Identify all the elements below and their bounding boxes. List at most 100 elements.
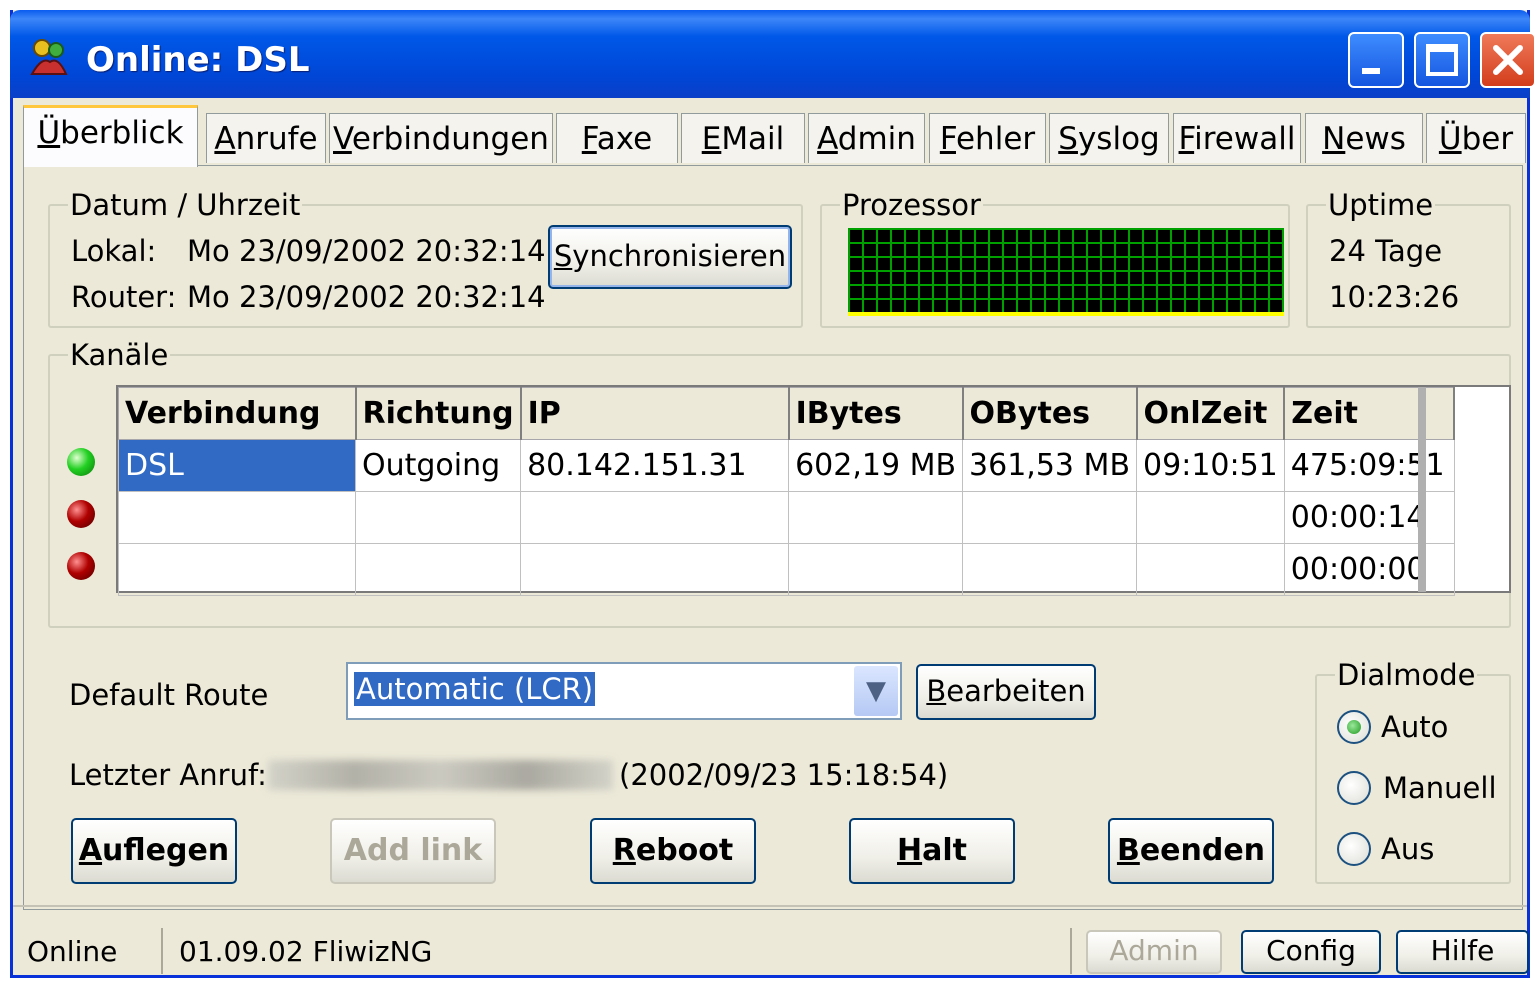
default-route-select[interactable]: Automatic (LCR) ▼ <box>346 662 902 720</box>
table-cell[interactable]: DSL <box>118 439 356 492</box>
tab-admin[interactable]: Admin <box>808 113 925 163</box>
edit-route-button[interactable]: Bearbeiten <box>916 664 1096 720</box>
maximize-button[interactable] <box>1414 32 1470 88</box>
tab-news[interactable]: News <box>1305 113 1423 163</box>
statusbar-separator-right <box>1070 928 1072 974</box>
title-bar[interactable]: Online: DSL <box>10 10 1535 98</box>
help-button[interactable]: Hilfe <box>1396 930 1529 974</box>
dialmode-off-label[interactable]: Aus <box>1381 832 1434 866</box>
table-cell[interactable]: 80.142.151.31 <box>520 439 790 492</box>
window-title: Online: DSL <box>86 40 310 80</box>
table-cell[interactable] <box>962 543 1138 596</box>
tab-verbindungen[interactable]: Verbindungen <box>329 113 553 163</box>
table-row[interactable]: 00:00:00 <box>118 543 1455 596</box>
dialmode-auto-radio[interactable] <box>1337 710 1371 744</box>
tab-strip: Überblick Anrufe Verbindungen Faxe EMail Admi… <box>23 105 1526 167</box>
local-label: Lokal: <box>71 234 157 268</box>
table-cell[interactable] <box>118 491 356 544</box>
table-cell[interactable] <box>962 491 1138 544</box>
tab-label: erbindungen <box>351 121 549 157</box>
dialmode-manual-radio[interactable] <box>1337 771 1371 805</box>
last-call-timestamp: (2002/09/23 15:18:54) <box>619 758 949 792</box>
tab-fehler[interactable]: Fehler <box>929 113 1046 163</box>
hangup-button[interactable]: Auflegen <box>71 818 237 884</box>
default-route-value: Automatic (LCR) <box>354 672 596 706</box>
config-button[interactable]: Config <box>1241 930 1381 974</box>
column-header[interactable]: Richtung <box>354 387 522 440</box>
tab-label: ehler <box>955 121 1036 157</box>
column-header[interactable]: Zeit <box>1283 387 1456 440</box>
table-cell[interactable]: 602,19 MB <box>788 439 964 492</box>
table-cell[interactable] <box>354 543 522 596</box>
tab-label: irewall <box>1194 121 1296 157</box>
tab-firewall[interactable]: Firewall <box>1173 113 1301 163</box>
tab-label: berblick <box>60 115 184 151</box>
router-time: Mo 23/09/2002 20:32:14 <box>187 280 546 314</box>
table-cell[interactable]: 475:09:51 <box>1283 439 1455 492</box>
uptime-time: 10:23:26 <box>1329 280 1460 314</box>
table-cell[interactable] <box>520 491 790 544</box>
processor-legend: Prozessor <box>842 188 981 222</box>
tab-überblick[interactable]: Überblick <box>23 105 198 167</box>
column-header[interactable]: Verbindung <box>118 387 357 440</box>
tab-mnemonic: V <box>333 121 352 157</box>
table-cell[interactable]: 00:00:00 <box>1283 543 1455 596</box>
synchronize-label: Synchronisieren <box>553 239 787 273</box>
admin-button[interactable]: Admin <box>1086 930 1222 974</box>
tab-mnemonic: F <box>581 121 597 157</box>
reboot-button[interactable]: Reboot <box>590 818 756 884</box>
tab-label: ews <box>1345 121 1406 157</box>
table-cell[interactable] <box>118 543 356 596</box>
last-call-label: Letzter Anruf: <box>69 758 267 792</box>
channels-grid[interactable]: Verbindung Richtung IP IBytes OBytes OnlZeit Z… <box>118 387 1456 596</box>
table-cell[interactable]: 361,53 MB <box>962 439 1138 492</box>
tab-faxe[interactable]: Faxe <box>556 113 678 163</box>
channels-table[interactable]: Verbindung Richtung IP IBytes OBytes OnlZeit Z… <box>116 385 1511 596</box>
dialmode-auto-label[interactable]: Auto <box>1381 710 1448 744</box>
tab-label: Mail <box>721 121 785 157</box>
table-cell[interactable]: 00:00:14 <box>1283 491 1455 544</box>
table-row[interactable]: 00:00:14 <box>118 491 1455 544</box>
table-cell[interactable] <box>354 491 522 544</box>
minimize-button[interactable] <box>1348 32 1404 88</box>
table-cell[interactable]: Outgoing <box>354 439 522 492</box>
statusbar-separator <box>161 928 163 974</box>
close-icon <box>1493 45 1523 75</box>
default-route-label: Default Route <box>69 678 269 712</box>
tab-label: ber <box>1461 121 1514 157</box>
dialmode-manual-label[interactable]: Manuell <box>1383 771 1497 805</box>
tab-email[interactable]: EMail <box>681 113 805 163</box>
app-icon <box>30 39 68 75</box>
table-cell[interactable] <box>520 543 790 596</box>
column-header[interactable]: OnlZeit <box>1136 387 1286 440</box>
close-button[interactable] <box>1480 32 1535 88</box>
exit-button[interactable]: Beenden <box>1108 818 1274 884</box>
table-cell[interactable] <box>1136 543 1285 596</box>
table-cell[interactable] <box>1136 491 1285 544</box>
tab-mnemonic: F <box>939 121 956 157</box>
tab-mnemonic: A <box>214 121 236 157</box>
main-window: Online: DSL Überblick Anrufe Verbindungen F… <box>10 10 1535 978</box>
halt-button[interactable]: Halt <box>849 818 1015 884</box>
tab-label: axe <box>596 121 653 157</box>
tab-syslog[interactable]: Syslog <box>1049 113 1169 163</box>
table-cell[interactable] <box>788 543 964 596</box>
chevron-down-icon[interactable]: ▼ <box>854 666 898 716</box>
table-cell[interactable] <box>788 491 964 544</box>
tab-mnemonic: A <box>817 121 838 157</box>
column-header[interactable]: OBytes <box>962 387 1138 440</box>
channels-legend: Kanäle <box>70 338 169 372</box>
tab-mnemonic: N <box>1322 121 1346 157</box>
table-cell[interactable]: 09:10:51 <box>1136 439 1285 492</box>
datetime-legend: Datum / Uhrzeit <box>70 188 301 222</box>
channel-status-red-icon <box>67 552 95 580</box>
table-row[interactable]: DSL Outgoing 80.142.151.31 602,19 MB 361,53 … <box>118 439 1455 492</box>
column-header[interactable]: IBytes <box>788 387 964 440</box>
tab-über[interactable]: Über <box>1426 113 1526 163</box>
synchronize-button[interactable]: Synchronisieren <box>548 225 792 289</box>
add-link-button[interactable]: Add link <box>330 818 496 884</box>
tab-anrufe[interactable]: Anrufe <box>206 113 326 163</box>
channel-status-red-icon <box>67 500 95 528</box>
column-header[interactable]: IP <box>520 387 790 440</box>
dialmode-off-radio[interactable] <box>1337 832 1371 866</box>
